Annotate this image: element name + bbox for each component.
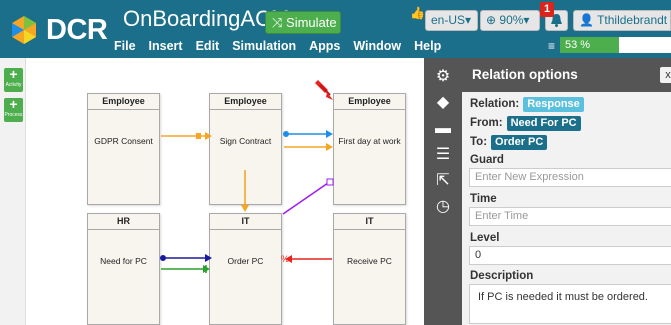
shuffle-icon: ⤨ xyxy=(272,15,283,30)
menu-apps[interactable]: Apps xyxy=(309,39,340,55)
menu-simulation[interactable]: Simulation xyxy=(232,39,296,55)
activity-name: Sign Contract xyxy=(219,136,272,146)
share-icon: ⇱ xyxy=(436,172,450,189)
user-icon: 👤 xyxy=(579,13,594,27)
progress-bar: 53 % xyxy=(560,37,671,53)
add-activity-label: Activity xyxy=(5,82,22,88)
zoom-icon: ⊕ xyxy=(486,13,497,27)
user-menu[interactable]: 👤 Tthildebrandt xyxy=(573,10,671,31)
relation-type-badge[interactable]: Response xyxy=(523,97,584,112)
share-tab[interactable]: ⇱ xyxy=(424,168,462,194)
tool-sidebar: + Activity + Process xyxy=(0,58,26,325)
menu-edit[interactable]: Edit xyxy=(196,39,220,55)
activity-name: Receive PC xyxy=(347,256,392,266)
relation-label: Relation: xyxy=(470,98,520,110)
activity-name: First day at work xyxy=(338,136,401,146)
menu-insert[interactable]: Insert xyxy=(149,39,183,55)
simulate-label: Simulate xyxy=(286,15,337,30)
activity-role: IT xyxy=(210,214,281,230)
activity-name: Order PC xyxy=(227,256,264,266)
activity-name: Need for PC xyxy=(100,256,147,266)
dcr-logo-icon xyxy=(12,16,36,44)
add-activity-button[interactable]: + Activity xyxy=(4,66,23,92)
language-dropdown[interactable]: en-US▾ xyxy=(425,10,478,31)
comments-tab[interactable]: ▬ xyxy=(424,116,462,142)
dcr-logo[interactable]: DCR xyxy=(8,14,108,46)
relation-options-panel: Relation options x Relation: Response Fro… xyxy=(462,58,671,325)
simulate-button[interactable]: ⤨ Simulate xyxy=(265,11,341,34)
zoom-dropdown[interactable]: ⊕ 90%▾ xyxy=(480,10,540,31)
panel-tab-bar: ⚙ ◆ ▬ ☰ ⇱ ◷ xyxy=(424,58,462,325)
activity-sign-contract[interactable]: Employee Sign Contract xyxy=(209,93,282,205)
activity-role: Employee xyxy=(88,94,159,110)
plus-icon: + xyxy=(9,66,18,82)
graph-canvas[interactable]: Employee GDPR Consent Employee Sign Cont… xyxy=(27,58,424,325)
top-bar: DCR OnBoardingACM... ⤨ Simulate File Ins… xyxy=(0,0,671,58)
settings-tab[interactable]: ⚙ xyxy=(424,64,462,90)
level-input[interactable]: 0 xyxy=(469,246,671,265)
main-menu: File Insert Edit Simulation Apps Window … xyxy=(114,39,454,55)
eye-slash-icon: ◆ xyxy=(436,94,450,111)
close-button[interactable]: x xyxy=(660,67,671,83)
plus-icon: + xyxy=(9,96,18,112)
notification-badge: 1 xyxy=(540,2,554,17)
activity-name: GDPR Consent xyxy=(94,136,153,146)
activity-gdpr-consent[interactable]: Employee GDPR Consent xyxy=(87,93,160,205)
description-textarea[interactable]: If PC is needed it must be ordered. xyxy=(469,284,671,324)
menu-file[interactable]: File xyxy=(114,39,136,55)
comment-icon: ▬ xyxy=(435,120,451,137)
progress-icon: ≡ xyxy=(548,39,556,53)
panel-title: Relation options xyxy=(462,58,671,92)
guard-input[interactable]: Enter New Expression xyxy=(469,168,671,187)
visibility-tab[interactable]: ◆ xyxy=(424,90,462,116)
description-label: Description xyxy=(470,270,534,282)
from-label: From: xyxy=(470,117,503,129)
menu-help[interactable]: Help xyxy=(414,39,441,55)
guard-label: Guard xyxy=(470,154,504,166)
relation-to-row: To: Order PC xyxy=(470,135,548,150)
activity-role: HR xyxy=(88,214,159,230)
history-tab[interactable]: ◷ xyxy=(424,194,462,220)
thumbs-up-icon[interactable]: 👍 xyxy=(410,6,425,20)
activity-need-for-pc[interactable]: HR Need for PC xyxy=(87,213,160,325)
add-process-button[interactable]: + Process xyxy=(4,96,23,122)
from-badge[interactable]: Need For PC xyxy=(506,116,581,131)
list-icon: ☰ xyxy=(435,146,451,163)
activity-role: Employee xyxy=(334,94,405,110)
activity-first-day-at-work[interactable]: Employee First day at work xyxy=(333,93,406,205)
add-process-label: Process xyxy=(4,112,23,118)
activity-role: Employee xyxy=(210,94,281,110)
time-label: Time xyxy=(470,193,497,205)
activity-role: IT xyxy=(334,214,405,230)
to-label: To: xyxy=(470,136,488,148)
gear-icon: ⚙ xyxy=(435,68,451,85)
time-input[interactable]: Enter Time xyxy=(469,207,671,226)
to-badge[interactable]: Order PC xyxy=(491,135,548,150)
menu-window[interactable]: Window xyxy=(353,39,401,55)
level-label: Level xyxy=(470,232,500,244)
relation-type-row: Relation: Response xyxy=(470,97,584,112)
logo-text: DCR xyxy=(46,14,108,46)
list-tab[interactable]: ☰ xyxy=(424,142,462,168)
relation-from-row: From: Need For PC xyxy=(470,116,581,131)
activity-order-pc[interactable]: IT Order PC xyxy=(209,213,282,325)
activity-receive-pc[interactable]: IT Receive PC xyxy=(333,213,406,325)
clock-icon: ◷ xyxy=(436,198,450,215)
user-name: Tthildebrandt xyxy=(597,13,668,27)
zoom-label: 90%▾ xyxy=(499,13,530,27)
progress-fill: 53 % xyxy=(560,37,619,53)
